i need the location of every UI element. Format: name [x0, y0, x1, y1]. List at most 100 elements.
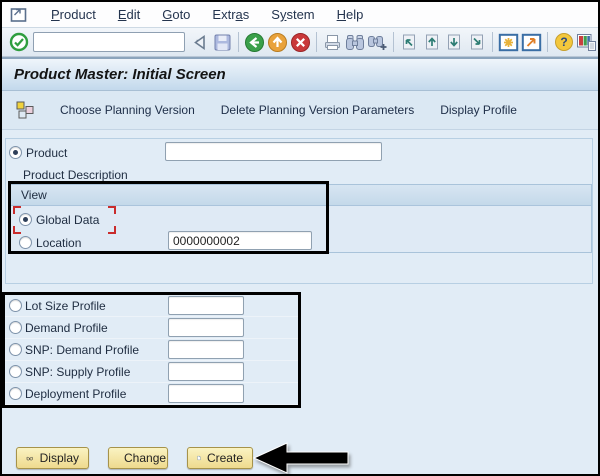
find-next-icon: [368, 36, 387, 50]
menu-edit[interactable]: Edit: [107, 5, 151, 24]
deployment-profile-radio[interactable]: [9, 387, 22, 400]
system-menu-icon[interactable]: [10, 6, 32, 24]
svg-text:?: ?: [560, 35, 567, 49]
application-toolbar: Choose Planning Version Delete Planning …: [2, 91, 598, 130]
glasses-icon: [26, 456, 33, 460]
menu-goto[interactable]: Goto: [151, 5, 201, 24]
new-session-button[interactable]: [498, 31, 519, 53]
find-next-button[interactable]: [367, 31, 388, 53]
product-radio[interactable]: [9, 146, 22, 159]
create-shortcut-icon: [522, 33, 542, 51]
back-icon: [194, 34, 206, 50]
create-page-icon: [197, 455, 201, 461]
change-button[interactable]: Change: [108, 447, 168, 469]
help-button[interactable]: ?: [553, 31, 574, 53]
choose-planning-version-icon[interactable]: [14, 100, 38, 120]
lot-size-profile-input[interactable]: [168, 296, 244, 315]
menu-product[interactable]: Product: [40, 5, 107, 24]
view-title: View: [21, 188, 47, 202]
next-page-icon: [448, 34, 461, 50]
command-field[interactable]: ▼: [32, 32, 204, 52]
back-circle-icon: [244, 32, 264, 52]
create-shortcut-button[interactable]: [521, 31, 542, 53]
global-data-label: Global Data: [36, 213, 100, 227]
snp-demand-profile-input[interactable]: [168, 340, 244, 359]
cancel-circle-icon: [290, 32, 310, 52]
location-label: Location: [36, 236, 82, 250]
profile-row: Deployment Profile: [5, 383, 300, 405]
display-button-label: Display: [39, 451, 79, 465]
exit-circle-icon: [267, 32, 287, 52]
help-icon: ?: [554, 33, 573, 51]
cancel-button[interactable]: [290, 31, 311, 53]
first-page-icon: [403, 34, 416, 50]
standard-toolbar: ▼: [2, 28, 598, 57]
display-button[interactable]: Display: [16, 447, 89, 469]
profile-row: SNP: Supply Profile: [5, 361, 300, 383]
display-profile-button[interactable]: Display Profile: [436, 100, 521, 120]
title-bar: Product Master: Initial Screen: [2, 57, 598, 91]
product-input[interactable]: [165, 142, 382, 161]
first-page-button[interactable]: [399, 31, 420, 53]
menu-system[interactable]: System: [260, 5, 325, 24]
snp-demand-profile-label: SNP: Demand Profile: [25, 343, 140, 357]
toolbar-separator: [315, 32, 317, 52]
menu-bar: Product Edit Goto Extras System Help: [2, 2, 598, 28]
enter-button[interactable]: [9, 31, 30, 53]
snp-demand-profile-radio[interactable]: [9, 343, 22, 356]
snp-supply-profile-radio[interactable]: [9, 365, 22, 378]
back-button[interactable]: [190, 31, 211, 53]
find-icon: [345, 34, 364, 50]
demand-profile-label: Demand Profile: [25, 321, 108, 335]
customize-layout-icon: [576, 33, 596, 51]
new-session-icon: [499, 33, 519, 51]
demand-profile-input[interactable]: [168, 318, 244, 337]
demand-profile-radio[interactable]: [9, 321, 22, 334]
print-button[interactable]: [322, 31, 343, 53]
command-input[interactable]: [33, 34, 195, 50]
exit-button[interactable]: [267, 31, 288, 53]
location-radio[interactable]: [19, 236, 32, 249]
profile-row: SNP: Demand Profile: [5, 339, 300, 361]
back-exit-button[interactable]: [244, 31, 265, 53]
save-icon: [214, 34, 231, 50]
product-description-label: Product Description: [23, 168, 128, 182]
previous-page-icon: [425, 34, 438, 50]
global-data-radio[interactable]: [19, 213, 32, 226]
change-button-label: Change: [124, 451, 167, 465]
menu-help[interactable]: Help: [326, 5, 375, 24]
last-page-icon: [471, 34, 484, 50]
menu-extras[interactable]: Extras: [201, 5, 260, 24]
create-button[interactable]: Create: [187, 447, 253, 469]
toolbar-separator: [392, 32, 394, 52]
product-label: Product: [26, 146, 68, 160]
toolbar-separator: [237, 32, 239, 52]
next-page-button[interactable]: [444, 31, 465, 53]
main-content: Product Product Description View Global …: [2, 130, 598, 474]
lot-size-profile-radio[interactable]: [9, 299, 22, 312]
create-button-label: Create: [206, 451, 243, 465]
annotation-arrow: [252, 442, 349, 474]
find-button[interactable]: [345, 31, 366, 53]
deployment-profile-label: Deployment Profile: [25, 387, 127, 401]
print-icon: [324, 34, 340, 50]
toolbar-separator: [547, 32, 549, 52]
location-input[interactable]: [168, 231, 312, 250]
enter-icon: [10, 32, 29, 52]
previous-page-button[interactable]: [421, 31, 442, 53]
profile-row: Demand Profile: [5, 317, 300, 339]
profile-row: Lot Size Profile: [5, 295, 300, 317]
save-button[interactable]: [212, 31, 233, 53]
snp-supply-profile-label: SNP: Supply Profile: [25, 365, 131, 379]
lot-size-profile-label: Lot Size Profile: [25, 299, 106, 313]
choose-planning-version-button[interactable]: Choose Planning Version: [56, 100, 199, 120]
toolbar-separator: [492, 32, 494, 52]
view-header: View: [9, 185, 591, 206]
page-title: Product Master: Initial Screen: [14, 66, 226, 83]
deployment-profile-input[interactable]: [168, 384, 244, 403]
delete-planning-version-parameters-button[interactable]: Delete Planning Version Parameters: [217, 100, 418, 120]
sap-window: Product Edit Goto Extras System Help ▼: [0, 0, 600, 476]
snp-supply-profile-input[interactable]: [168, 362, 244, 381]
customize-layout-button[interactable]: [576, 31, 597, 53]
last-page-button[interactable]: [467, 31, 488, 53]
